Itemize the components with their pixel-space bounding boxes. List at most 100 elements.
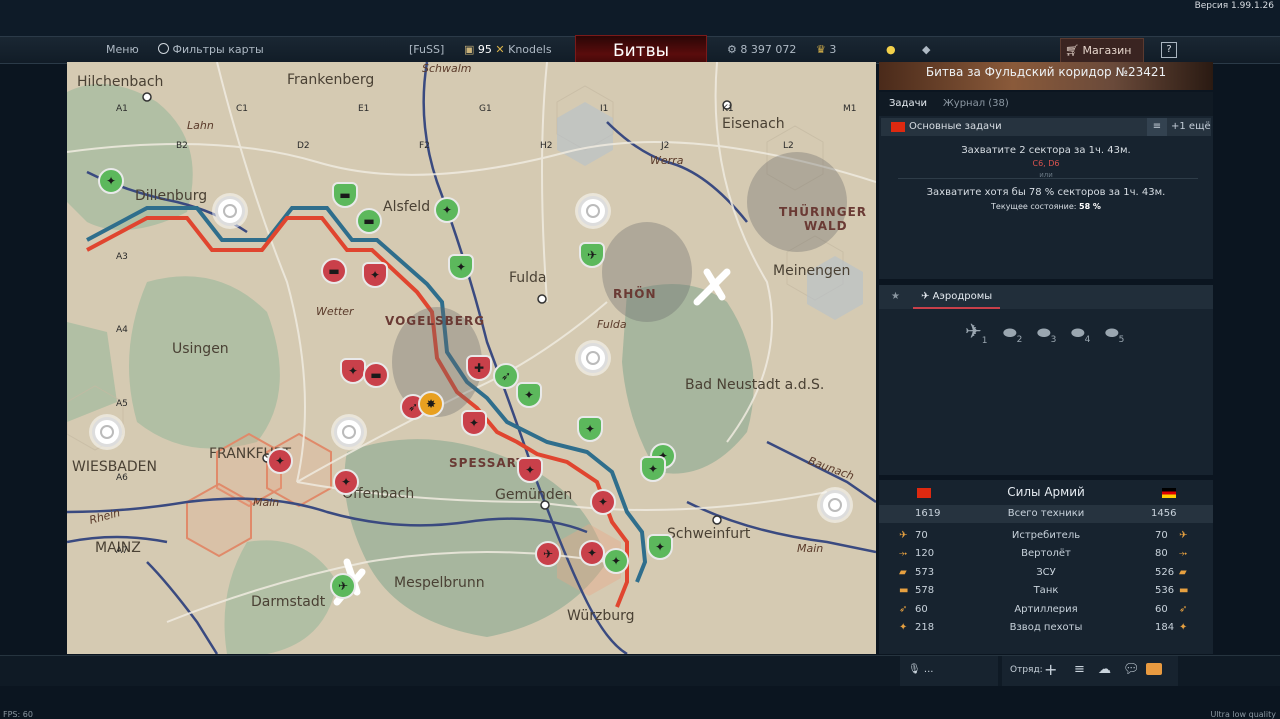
enemy-tank-unit[interactable]: ▬ <box>363 362 389 388</box>
player-info[interactable]: ▣ 95 ✕ Knodels <box>464 37 552 63</box>
total-right: 1456 <box>1151 508 1177 519</box>
list-icon[interactable]: ≡ <box>1147 118 1167 136</box>
quality-label: Ultra low quality <box>1210 710 1276 719</box>
enemy-infantry-unit[interactable]: ✦ <box>517 457 543 483</box>
diamond-icon[interactable]: ◆ <box>922 37 930 63</box>
capture-point[interactable] <box>334 417 364 447</box>
capture-point[interactable] <box>820 490 850 520</box>
lightbulb-icon[interactable]: ● <box>886 37 896 63</box>
eagle-icon: ♛ <box>816 43 826 56</box>
grid-label: A5 <box>116 399 128 409</box>
allied-infantry-unit[interactable]: ✦ <box>603 548 629 574</box>
airfield-5[interactable]: ⬬5 <box>1105 323 1124 345</box>
allied-infantry-unit[interactable]: ✦ <box>577 416 603 442</box>
chat-icon[interactable]: 💬︎ <box>1123 656 1140 684</box>
allied-helicopter-unit[interactable]: ✈ <box>579 242 605 268</box>
tab-log[interactable]: Журнал (38) <box>943 92 1009 116</box>
force-row: ▬ 578 Танк 536 ▬ <box>879 582 1213 600</box>
map-filters-label: Фильтры карты <box>172 43 264 56</box>
capture-point[interactable] <box>578 343 608 373</box>
airfield-1[interactable]: ✈1 <box>965 319 988 346</box>
river-label: Main <box>253 496 280 509</box>
airfields-panel: ★ ✈ Аэродромы ✈1 ⬬2 ⬬3 ⬬4 ⬬5 <box>879 285 1213 475</box>
enemy-infantry-unit[interactable]: ✦ <box>590 489 616 515</box>
allied-infantry-unit[interactable]: ✦ <box>516 382 542 408</box>
strategic-map[interactable]: Hilchenbach Frankenberg Schwalm Eisenach… <box>67 62 876 654</box>
enemy-fighting-unit[interactable]: ✚ <box>466 355 492 381</box>
allied-infantry-unit[interactable]: ✦ <box>640 456 666 482</box>
allied-infantry-unit[interactable]: ✦ <box>647 534 673 560</box>
map-filters-button[interactable]: Фильтры карты <box>158 37 264 63</box>
star-icon[interactable]: ★ <box>891 285 900 309</box>
add-icon[interactable]: + <box>1044 656 1057 684</box>
menu-button[interactable]: Меню <box>106 37 139 63</box>
allied-infantry-unit[interactable]: ✦ <box>448 254 474 280</box>
force-right-count: 184 <box>1155 622 1175 633</box>
squad-controls: Отряд: + ≡ ☁ 💬︎ <box>1002 656 1178 686</box>
region-label: VOGELSBERG <box>385 314 486 328</box>
grid-label: E1 <box>358 104 370 114</box>
allied-infantry-unit[interactable]: ✦ <box>434 197 460 223</box>
force-right-count: 80 <box>1155 548 1168 560</box>
mail-icon[interactable] <box>1146 663 1162 675</box>
squad-icon[interactable]: ☁ <box>1098 656 1111 684</box>
tab-objectives[interactable]: Задачи <box>889 92 927 118</box>
silver-icon: ⚙ <box>727 43 737 56</box>
allied-artillery-unit[interactable]: ➶ <box>493 363 519 389</box>
enemy-infantry-unit[interactable]: ✦ <box>461 410 487 436</box>
objective-2: Захватите хотя бы 78 % секторов за 1ч. 4… <box>926 187 1166 198</box>
region-label: THÜRINGER <box>779 205 868 219</box>
airfield-2[interactable]: ⬬2 <box>1003 323 1022 345</box>
enemy-infantry-unit[interactable]: ✦ <box>340 358 366 384</box>
eagles-balance[interactable]: ♛ 3 <box>816 37 836 63</box>
river-label: Lahn <box>187 119 214 132</box>
artillery-icon: ➶ <box>1179 603 1188 615</box>
city-label: Würzburg <box>567 608 635 624</box>
force-right-count: 70 <box>1155 530 1168 541</box>
airfield-3[interactable]: ⬬3 <box>1037 323 1056 345</box>
airfields-title: Аэродромы <box>932 291 993 302</box>
airfields-tab[interactable]: ✈ Аэродромы <box>913 285 1001 309</box>
enemy-helicopter-unit[interactable]: ✈ <box>535 541 561 567</box>
force-row: ⤞ 120 Вертолёт 80 ⤞ <box>879 545 1213 563</box>
grid-label: J2 <box>661 141 670 151</box>
grid-label: F2 <box>419 141 430 151</box>
enemy-tank-unit[interactable]: ▬ <box>321 258 347 284</box>
allied-tank-unit[interactable]: ▬ <box>332 182 358 208</box>
grid-label: I1 <box>600 104 609 114</box>
allied-aircraft-unit[interactable]: ✈ <box>330 573 356 599</box>
capture-point[interactable] <box>578 196 608 226</box>
current-state-value: 58 % <box>1079 202 1101 211</box>
city-label: Hilchenbach <box>77 74 164 90</box>
helicopter-icon: ⤞ <box>1179 548 1187 560</box>
shop-button[interactable]: 🛒︎ Магазин ! <box>1060 38 1144 81</box>
enemy-infantry-unit[interactable]: ✦ <box>267 448 293 474</box>
enemy-infantry-unit[interactable]: ✦ <box>333 469 359 495</box>
more-objectives[interactable]: +1 ещё <box>1171 118 1211 136</box>
plane-icon: ✈ <box>921 291 930 302</box>
grid-label: A6 <box>116 473 128 483</box>
allied-infantry-unit[interactable]: ✦ <box>98 168 124 194</box>
city-label: Meinengen <box>773 263 851 279</box>
enemy-infantry-unit[interactable]: ✦ <box>362 262 388 288</box>
capture-point[interactable] <box>215 196 245 226</box>
airfield-4[interactable]: ⬬4 <box>1071 323 1090 345</box>
city-label: Darmstadt <box>251 594 326 610</box>
silver-balance[interactable]: ⚙ 8 397 072 <box>727 37 796 63</box>
city-label: WIESBADEN <box>72 459 157 475</box>
grid-label: L2 <box>783 141 794 151</box>
region-label: RHÖN <box>613 287 657 301</box>
list-icon[interactable]: ≡ <box>1074 656 1085 684</box>
enemy-infantry-unit[interactable]: ✦ <box>579 540 605 566</box>
crossed-swords-icon: ✕ <box>495 43 505 56</box>
silver-value: 8 397 072 <box>740 43 797 56</box>
voice-chat[interactable]: 🎙︎ ... <box>900 656 998 686</box>
allied-tank-unit[interactable]: ▬ <box>356 208 382 234</box>
engaged-unit[interactable]: ✸ <box>418 391 444 417</box>
squad-tag[interactable]: [FuSS] <box>409 37 444 63</box>
capture-point[interactable] <box>92 417 122 447</box>
current-state-label: Текущее состояние: <box>991 202 1077 211</box>
help-button[interactable]: ? <box>1161 42 1177 58</box>
river-label: Schwalm <box>422 62 472 75</box>
objective-1: Захватите 2 сектора за 1ч. 43м. <box>961 145 1131 156</box>
